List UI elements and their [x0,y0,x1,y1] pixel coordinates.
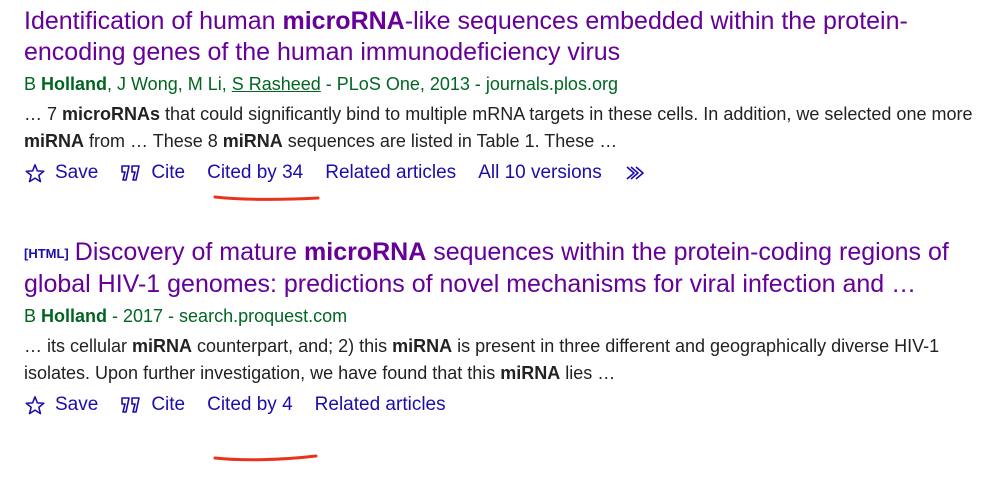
author-highlight: Holland [41,306,108,326]
title-text-highlight: microRNA [304,238,427,266]
more-button[interactable] [624,164,659,182]
snippet-text: counterpart, and; 2) this [192,336,393,356]
star-outline-icon [25,395,45,414]
result-authors: B Holland - 2017 - search.proquest.com [24,304,990,328]
related-articles-link[interactable]: Related articles [325,160,456,186]
author-text: , J Wong, M Li, [107,74,232,94]
double-chevron-right-icon [626,166,644,180]
result-title-link[interactable]: Identification of human microRNA-like se… [24,6,990,68]
annotation-underline [213,195,320,201]
save-label: Save [55,394,99,415]
annotation-underline [213,454,318,462]
snippet-highlight: microRNAs [62,104,161,124]
snippet-text: sequences are listed in Table 1. These … [282,131,618,151]
save-button[interactable]: Save [24,160,98,186]
save-button[interactable]: Save [24,392,98,418]
quote-icon [121,165,141,181]
result-title-link[interactable]: [HTML] Discovery of mature microRNA seque… [24,237,990,300]
author-profile-link[interactable]: S Rasheed [232,74,321,94]
all-versions-link[interactable]: All 10 versions [478,160,602,186]
cite-label: Cite [151,394,186,415]
snippet-highlight: miRNA [132,336,193,356]
snippet-highlight: miRNA [24,131,85,151]
author-highlight: Holland [41,74,108,94]
save-label: Save [55,162,99,183]
snippet-highlight: miRNA [500,363,561,383]
result-snippet: … 7 microRNAs that could significantly b… [24,101,990,155]
publication-source: - PLoS One, 2013 - journals.plos.org [320,74,618,94]
title-text: Discovery of mature [74,238,305,266]
snippet-text: from … These 8 [84,131,223,151]
cite-button[interactable]: Cite [120,392,185,418]
author-text: B [24,306,42,326]
star-outline-icon [25,163,45,182]
cite-button[interactable]: Cite [120,160,185,186]
title-text-highlight: microRNA [282,7,405,35]
title-text: Identification of human [24,7,283,35]
related-articles-link[interactable]: Related articles [315,392,446,418]
cited-by-link[interactable]: Cited by 34 [207,160,303,186]
result-snippet: … its cellular miRNA counterpart, and; 2… [24,333,990,387]
snippet-text: that could significantly bind to multipl… [160,104,973,124]
cite-label: Cite [151,162,186,183]
search-result: [HTML] Discovery of mature microRNA seque… [24,237,990,418]
snippet-text: lies … [560,363,616,383]
result-authors: B Holland, J Wong, M Li, S Rasheed - PLo… [24,72,990,96]
result-actions: Save Cite Cited by 4 Related articles [24,392,990,418]
publication-source: - 2017 - search.proquest.com [107,306,348,326]
snippet-text: … 7 [24,104,63,124]
result-actions: Save Cite Cited by 34 Related articles A… [24,160,990,186]
author-text: B [24,74,42,94]
file-type-tag: [HTML] [24,246,69,261]
snippet-text: … its cellular [24,336,133,356]
cited-by-link[interactable]: Cited by 4 [207,392,293,418]
snippet-highlight: miRNA [392,336,453,356]
snippet-highlight: miRNA [222,131,283,151]
search-result: Identification of human microRNA-like se… [24,6,990,186]
quote-icon [121,397,141,413]
